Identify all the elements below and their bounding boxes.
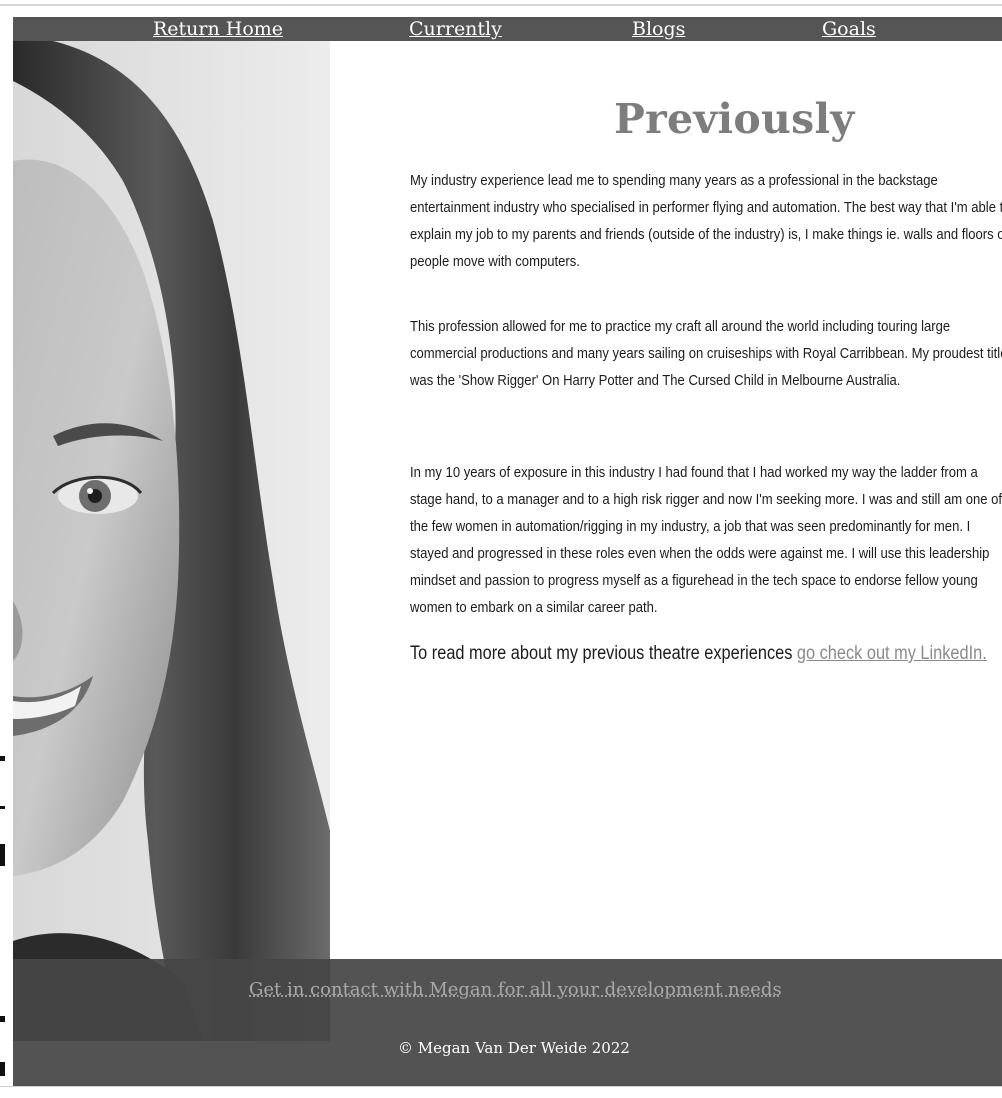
top-nav: Return Home Currently Blogs Goals — [13, 17, 1002, 41]
paragraph-industry-experience: My industry experience lead me to spendi… — [410, 172, 1002, 270]
paragraph-ten-years: In my 10 years of exposure in this indus… — [410, 464, 1002, 616]
portrait-photo — [13, 41, 330, 1041]
linkedin-cta: To read more about my previous theatre e… — [410, 643, 987, 665]
linkedin-link[interactable]: go check out my LinkedIn. — [797, 643, 987, 664]
linkedin-cta-text: To read more about my previous theatre e… — [410, 643, 797, 664]
copyright-text: © Megan Van Der Weide 2022 — [398, 1039, 630, 1057]
footer: Get in contact with Megan for all your d… — [13, 959, 1002, 1086]
nav-link-blogs[interactable]: Blogs — [632, 17, 685, 41]
contact-link[interactable]: Get in contact with Megan for all your d… — [249, 979, 782, 1000]
bottom-edge — [0, 1086, 1002, 1098]
top-divider — [0, 4, 1002, 6]
nav-link-goals[interactable]: Goals — [822, 17, 876, 41]
left-edge-marks — [0, 740, 6, 1080]
portrait-illustration — [13, 41, 330, 1041]
page-title: Previously — [614, 95, 855, 143]
page-frame: Return Home Currently Blogs Goals Previo… — [0, 0, 1002, 1098]
nav-link-currently[interactable]: Currently — [409, 17, 502, 41]
nav-link-return-home[interactable]: Return Home — [153, 17, 283, 41]
paragraph-profession-travel: This profession allowed for me to practi… — [410, 318, 1002, 389]
